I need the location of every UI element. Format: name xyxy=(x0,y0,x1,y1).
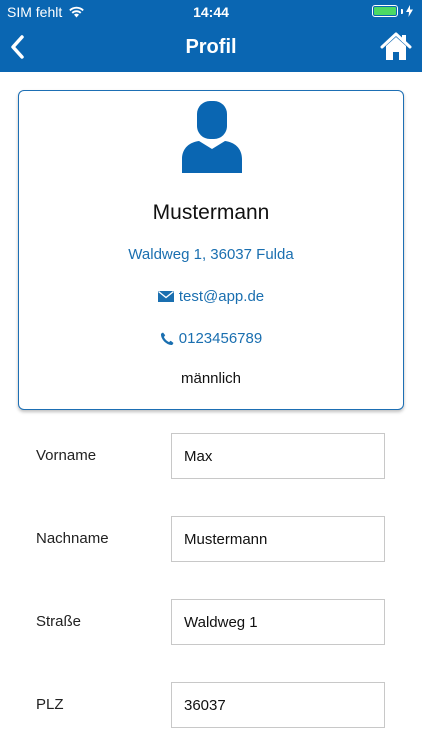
form-row-plz: PLZ xyxy=(0,682,422,728)
battery-icon xyxy=(372,5,413,17)
form-row-nachname: Nachname xyxy=(0,516,422,562)
strasse-input[interactable] xyxy=(171,599,385,645)
charging-bolt-icon xyxy=(406,5,413,17)
person-icon xyxy=(182,101,242,173)
page-title: Profil xyxy=(185,36,237,58)
vorname-input[interactable] xyxy=(171,433,385,479)
envelope-icon xyxy=(157,291,174,302)
plz-input[interactable] xyxy=(171,682,385,728)
home-button[interactable] xyxy=(380,32,412,62)
profile-phone[interactable]: 0123456789 xyxy=(19,330,403,347)
form-row-strasse: Straße xyxy=(0,599,422,645)
phone-icon xyxy=(160,332,174,345)
battery-fill xyxy=(374,7,396,15)
profile-name: Mustermann xyxy=(152,201,270,224)
address-text: Waldweg 1, 36037 Fulda xyxy=(128,246,294,263)
profile-card: Mustermann Waldweg 1, 36037 Fulda test@a… xyxy=(18,90,404,410)
strasse-label: Straße xyxy=(36,613,82,630)
clock: 14:44 xyxy=(193,4,229,20)
status-bar: SIM fehlt 14:44 xyxy=(0,0,422,24)
profile-address[interactable]: Waldweg 1, 36037 Fulda xyxy=(19,246,403,263)
form-row-vorname: Vorname xyxy=(0,433,422,479)
vorname-label: Vorname xyxy=(36,447,97,464)
nachname-input[interactable] xyxy=(171,516,385,562)
plz-label: PLZ xyxy=(36,696,64,713)
navigation-bar: SIM fehlt 14:44 Profil xyxy=(0,0,422,72)
phone-text: 0123456789 xyxy=(178,330,263,347)
profile-email[interactable]: test@app.de xyxy=(19,288,403,305)
home-icon xyxy=(380,32,412,60)
profile-gender: männlich xyxy=(180,370,242,387)
nachname-label: Nachname xyxy=(36,530,109,547)
email-text: test@app.de xyxy=(178,288,265,305)
